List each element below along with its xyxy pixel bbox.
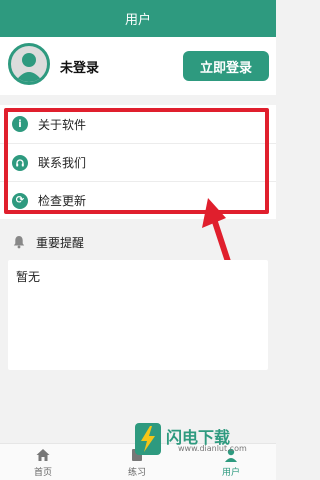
watermark: 闪电下载 www.dianlut.com [130,420,276,460]
nav-label: 练习 [127,468,146,478]
reminder-content: 暂无 [8,260,268,370]
nav-label: 用户 [221,468,240,478]
watermark-url: www.dianlut.com [178,444,247,453]
lightning-logo-icon [135,423,161,455]
home-icon [36,449,50,461]
bell-icon [13,236,25,249]
nav-label: 首页 [33,468,52,478]
reminder-text: 暂无 [16,270,41,284]
reminder-title: 重要提醒 [36,235,85,250]
nav-item-home[interactable]: 首页 [18,447,68,478]
reminder-header: 重要提醒 [0,226,276,258]
